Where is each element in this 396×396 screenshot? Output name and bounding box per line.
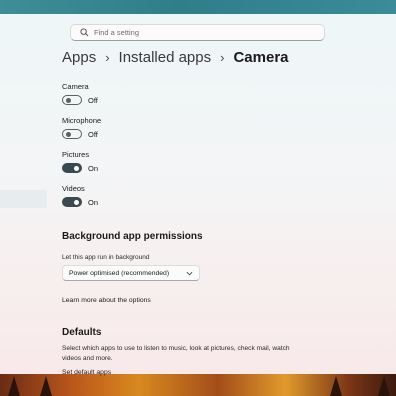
run-in-background-label: Let this app run in background <box>62 254 150 261</box>
videos-toggle[interactable] <box>62 197 82 207</box>
breadcrumb-installed-apps[interactable]: Installed apps <box>119 49 212 66</box>
camera-label: Camera <box>62 82 89 91</box>
background-permissions-heading: Background app permissions <box>62 231 203 242</box>
defaults-heading: Defaults <box>62 327 102 338</box>
background-dropdown[interactable]: Power optimised (recommended) <box>62 265 200 281</box>
breadcrumb-apps[interactable]: Apps <box>62 49 96 66</box>
videos-state: On <box>88 198 99 207</box>
search-input[interactable] <box>94 28 294 37</box>
page-title: Camera <box>233 49 289 66</box>
microphone-state: Off <box>88 130 98 139</box>
defaults-description: Select which apps to use to listen to mu… <box>62 345 290 362</box>
search-icon <box>80 28 89 37</box>
dropdown-value: Power optimised (recommended) <box>69 269 170 277</box>
pictures-label: Pictures <box>62 150 90 159</box>
wallpaper-tree <box>378 376 390 396</box>
microphone-toggle[interactable] <box>62 129 82 139</box>
toggle-knob <box>74 199 79 205</box>
wallpaper-tree <box>40 376 52 396</box>
wallpaper-tree <box>8 376 20 396</box>
microphone-label: Microphone <box>62 116 102 125</box>
search-box[interactable] <box>70 24 325 41</box>
chevron-down-icon <box>186 271 193 275</box>
sidebar-selected-item[interactable] <box>0 190 47 208</box>
camera-state: Off <box>88 96 98 105</box>
desktop-wallpaper-bottom <box>0 374 396 396</box>
toggle-knob <box>66 131 71 137</box>
toggle-knob <box>74 165 79 171</box>
pictures-toggle[interactable] <box>62 163 82 173</box>
pictures-state: On <box>88 164 99 173</box>
wallpaper-tree <box>330 376 342 396</box>
settings-window <box>0 14 396 376</box>
videos-label: Videos <box>62 184 85 193</box>
chevron-right-icon: › <box>220 50 225 65</box>
learn-more-link[interactable]: Learn more about the options <box>62 297 151 304</box>
set-default-apps-link[interactable]: Set default apps <box>62 369 111 376</box>
toggle-knob <box>66 97 71 103</box>
chevron-right-icon: › <box>105 50 110 65</box>
camera-toggle[interactable] <box>62 95 82 105</box>
breadcrumb: Apps › Installed apps › Camera <box>62 49 289 66</box>
